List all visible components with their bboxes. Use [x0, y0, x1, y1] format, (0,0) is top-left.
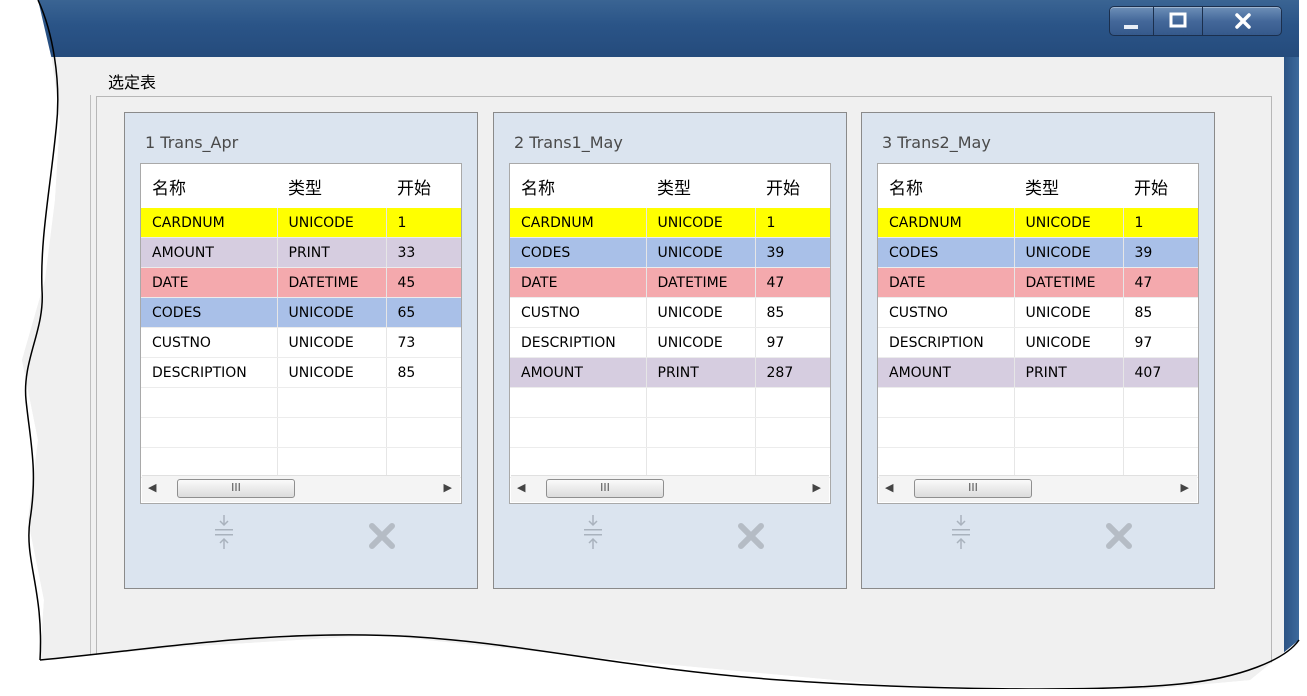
torn-edge-outline — [24, 0, 1300, 689]
